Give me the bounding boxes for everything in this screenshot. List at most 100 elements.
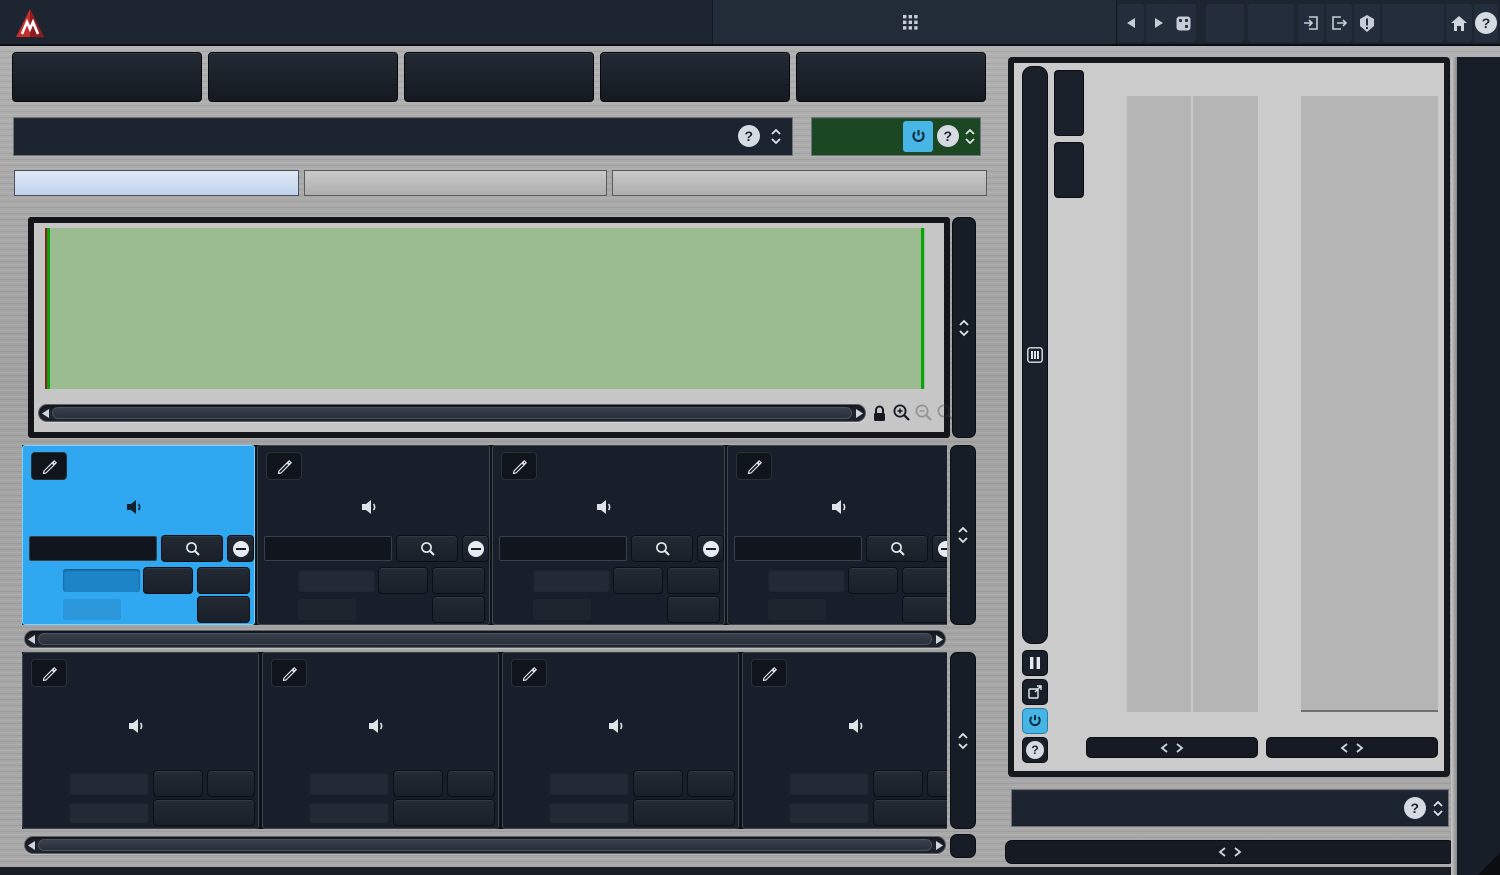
source-slot-1[interactable]: [22, 652, 259, 829]
end-marker[interactable]: [921, 228, 924, 389]
filename-field[interactable]: [734, 536, 862, 561]
scroll-right-icon[interactable]: [853, 405, 865, 421]
alc-button[interactable]: [197, 567, 250, 594]
source-slot-4[interactable]: [742, 652, 947, 829]
set-gain-button[interactable]: [613, 567, 663, 594]
browse-file-button[interactable]: [396, 535, 458, 562]
delay-value[interactable]: [789, 802, 869, 823]
delay-value[interactable]: [549, 802, 629, 823]
tab-compare[interactable]: [14, 170, 299, 196]
browse-file-button[interactable]: [866, 535, 928, 562]
edit-button[interactable]: [271, 659, 307, 687]
scroll-left-icon[interactable]: [25, 631, 37, 647]
browse-file-button[interactable]: [631, 535, 693, 562]
right-panel-range-button[interactable]: [1005, 840, 1455, 864]
file-slot-4[interactable]: [727, 445, 947, 625]
sync-button[interactable]: [197, 596, 250, 623]
channel-diff-button[interactable]: [796, 52, 986, 102]
filter-help-button[interactable]: ?: [937, 125, 959, 147]
set-gain-button[interactable]: [153, 770, 203, 797]
delay-value[interactable]: [309, 802, 389, 823]
detect-delay-button[interactable]: [153, 799, 255, 826]
remove-file-button[interactable]: [227, 535, 254, 562]
tab-blind-test[interactable]: [304, 170, 607, 196]
resize-corner-icon[interactable]: [1478, 853, 1500, 875]
tab-generate-source[interactable]: [612, 170, 987, 196]
alc-button[interactable]: [207, 770, 255, 797]
file-slot-2[interactable]: [257, 445, 490, 625]
edit-button[interactable]: [511, 659, 547, 687]
next-preset-button[interactable]: [1146, 4, 1172, 42]
file-row-scrollbar[interactable]: [24, 630, 946, 648]
meter-mode-strip[interactable]: [1022, 66, 1048, 644]
edit-button[interactable]: [751, 659, 787, 687]
presets-button[interactable]: [712, 0, 1117, 44]
alc-button[interactable]: [667, 567, 720, 594]
set-gain-button[interactable]: [378, 567, 428, 594]
utilities-collapse-spinner[interactable]: [1430, 794, 1446, 822]
file-slot-1[interactable]: [22, 445, 255, 625]
detect-delay-button[interactable]: [633, 799, 735, 826]
file-slot-3[interactable]: [492, 445, 725, 625]
gain-value[interactable]: [768, 569, 845, 592]
channel-mid-button[interactable]: [12, 52, 202, 102]
out-meter-range-button[interactable]: [1086, 737, 1258, 758]
home-button[interactable]: [1446, 4, 1472, 42]
sync-button[interactable]: [432, 596, 485, 623]
gain-value[interactable]: [549, 772, 629, 795]
filename-field[interactable]: [29, 536, 157, 561]
delay-value[interactable]: [69, 802, 149, 823]
filename-field[interactable]: [499, 536, 627, 561]
alc-button[interactable]: [447, 770, 495, 797]
alc-button[interactable]: [902, 567, 947, 594]
playhead-start-marker[interactable]: [47, 228, 50, 389]
export-settings-button[interactable]: [1326, 4, 1352, 42]
file-row-scrollbar-thumb[interactable]: [38, 633, 932, 645]
multiparameters-sidebar[interactable]: [1457, 57, 1500, 875]
file-row-resize-strip[interactable]: [950, 445, 976, 625]
source-row-resize-strip[interactable]: [950, 652, 976, 829]
set-gain-button[interactable]: [848, 567, 898, 594]
meter-detach-button[interactable]: [1022, 679, 1048, 705]
gain-value[interactable]: [298, 569, 375, 592]
filter-panel-header[interactable]: ?: [812, 118, 980, 155]
random-preset-button[interactable]: [1170, 4, 1196, 42]
waveform-scrollbar-thumb[interactable]: [52, 407, 852, 419]
meter-tab-stereo[interactable]: [1054, 70, 1084, 136]
gain-value[interactable]: [309, 772, 389, 795]
source-row-scrollbar[interactable]: [24, 836, 946, 854]
set-gain-button[interactable]: [873, 770, 923, 797]
edit-button[interactable]: [501, 452, 537, 480]
meter-tab-crest[interactable]: [1054, 142, 1084, 198]
remove-file-button[interactable]: [697, 535, 724, 562]
gain-value[interactable]: [533, 569, 610, 592]
sync-button[interactable]: [902, 596, 947, 623]
scroll-left-icon[interactable]: [25, 837, 37, 853]
notifications-button[interactable]: [1354, 4, 1380, 42]
meter-pause-button[interactable]: [1022, 650, 1048, 676]
edit-button[interactable]: [266, 452, 302, 480]
meter-help-button[interactable]: ?: [1022, 737, 1048, 763]
lu-meter-range-button[interactable]: [1266, 737, 1438, 758]
source-slot-2[interactable]: [262, 652, 499, 829]
import-settings-button[interactable]: [1298, 4, 1324, 42]
edit-button[interactable]: [31, 452, 67, 480]
help-button[interactable]: ?: [1474, 4, 1498, 42]
scroll-right-icon[interactable]: [933, 631, 945, 647]
browse-file-button[interactable]: [161, 535, 223, 562]
alc-button[interactable]: [687, 770, 735, 797]
utilities-help-button[interactable]: ?: [1404, 797, 1426, 819]
advanced-collapse-spinner[interactable]: [768, 122, 784, 150]
waveform-display[interactable]: [45, 228, 925, 389]
channel-mode-button[interactable]: [1206, 4, 1244, 42]
channel-side-button[interactable]: [208, 52, 398, 102]
edit-button[interactable]: [31, 659, 67, 687]
gain-value[interactable]: [69, 772, 149, 795]
timeline-lock-button[interactable]: [872, 405, 887, 422]
set-gain-button[interactable]: [393, 770, 443, 797]
midi-button[interactable]: [1248, 4, 1294, 42]
filter-power-button[interactable]: [903, 121, 933, 152]
row-resize-corner[interactable]: [950, 834, 976, 858]
settings-button[interactable]: [1382, 4, 1444, 42]
waveform-scrollbar[interactable]: [38, 404, 866, 422]
